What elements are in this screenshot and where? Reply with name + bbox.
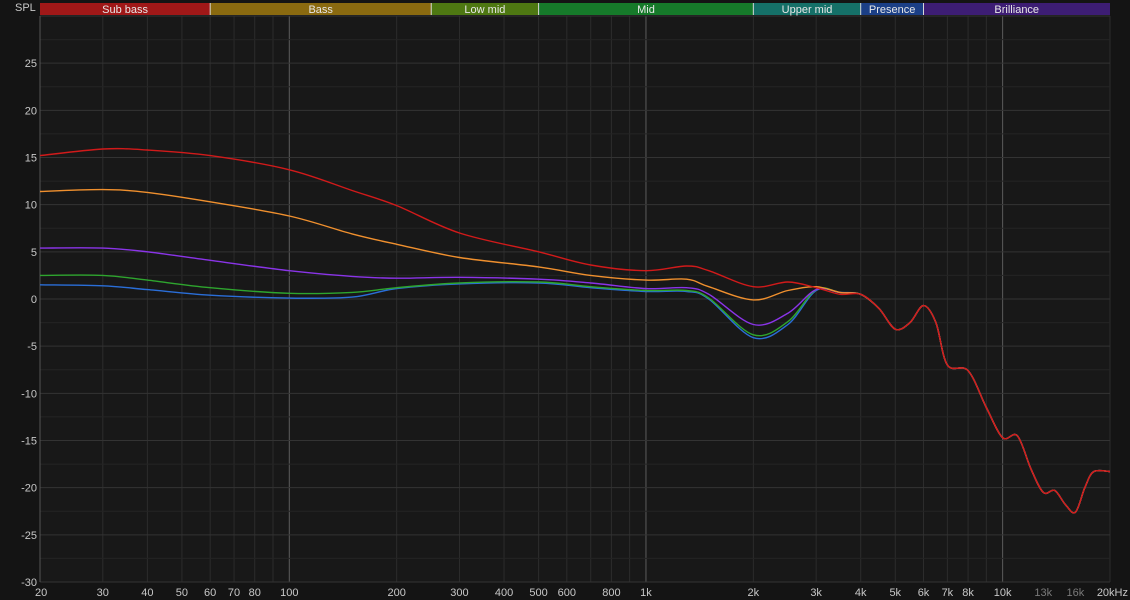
x-tick-label: 20kHz bbox=[1097, 587, 1128, 599]
x-tick-label: 200 bbox=[387, 587, 405, 599]
x-tick-label: 7k bbox=[942, 587, 954, 599]
x-tick-label: 80 bbox=[249, 587, 261, 599]
x-tick-label: 5k bbox=[889, 587, 901, 599]
x-tick-label: 3k bbox=[810, 587, 822, 599]
x-tick-label: 800 bbox=[602, 587, 620, 599]
y-tick-label: -5 bbox=[27, 341, 37, 353]
x-tick-label: 13k bbox=[1034, 587, 1052, 599]
y-tick-label: -15 bbox=[21, 436, 37, 448]
band-label: Bass bbox=[308, 4, 333, 16]
frequency-response-chart: Sub bass Bass Low mid Mid Upper mid Presence B… bbox=[15, 2, 1128, 599]
y-tick-label: -10 bbox=[21, 388, 37, 400]
x-tick-label: 50 bbox=[176, 587, 188, 599]
x-tick-label: 8k bbox=[962, 587, 974, 599]
band-label: Presence bbox=[869, 4, 915, 16]
y-tick-label: -20 bbox=[21, 483, 37, 495]
y-axis-label: SPL bbox=[15, 2, 36, 14]
band-label: Low mid bbox=[464, 4, 505, 16]
x-tick-label: 60 bbox=[204, 587, 216, 599]
band-label: Mid bbox=[637, 4, 655, 16]
x-tick-label: 1k bbox=[640, 587, 652, 599]
x-tick-label: 2k bbox=[748, 587, 760, 599]
y-tick-label: 10 bbox=[25, 200, 37, 212]
x-tick-label: 300 bbox=[450, 587, 468, 599]
y-tick-label: 25 bbox=[25, 58, 37, 70]
y-tick-label: 0 bbox=[31, 294, 37, 306]
x-tick-label: 500 bbox=[529, 587, 547, 599]
frequency-bands: Sub bass Bass Low mid Mid Upper mid Presence B… bbox=[40, 3, 1110, 16]
band-label: Sub bass bbox=[102, 4, 148, 16]
x-tick-label: 600 bbox=[558, 587, 576, 599]
x-tick-label: 70 bbox=[228, 587, 240, 599]
x-tick-label: 16k bbox=[1067, 587, 1085, 599]
x-tick-label: 30 bbox=[97, 587, 109, 599]
y-tick-label: 15 bbox=[25, 153, 37, 165]
x-tick-label: 6k bbox=[918, 587, 930, 599]
x-tick-label: 10k bbox=[994, 587, 1012, 599]
y-axis-ticks: 2520151050-5-10-15-20-25-30 bbox=[21, 58, 37, 589]
x-tick-label: 400 bbox=[495, 587, 513, 599]
y-tick-label: 20 bbox=[25, 105, 37, 117]
x-tick-label: 40 bbox=[141, 587, 153, 599]
y-tick-label: -25 bbox=[21, 530, 37, 542]
x-tick-label: 20 bbox=[35, 587, 47, 599]
band-label: Brilliance bbox=[994, 4, 1039, 16]
x-tick-label: 100 bbox=[280, 587, 298, 599]
x-axis-ticks: 20 30 40 50 60 70 80 100 200 300 400 500 600 800 1k 2k 3… bbox=[35, 587, 1128, 599]
y-tick-label: 5 bbox=[31, 247, 37, 259]
x-tick-label: 4k bbox=[855, 587, 867, 599]
band-label: Upper mid bbox=[782, 4, 833, 16]
